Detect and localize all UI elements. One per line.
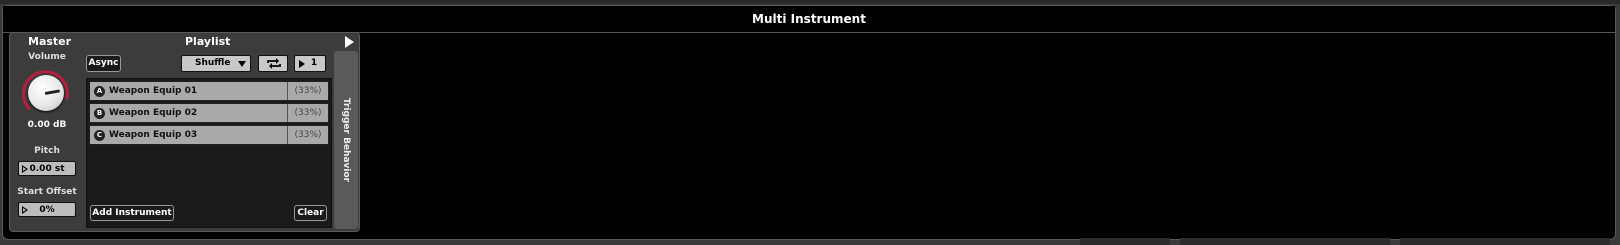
volume-label: Volume <box>28 52 66 62</box>
trigger-behavior-label: Trigger Behavior <box>341 97 351 183</box>
mode-dropdown[interactable]: Shuffle <box>181 55 251 72</box>
item-percent: (33%) <box>294 108 322 118</box>
playlist-header: Playlist <box>185 35 231 48</box>
instrument-list: A Weapon Equip 01 (33%) B Weapon Equip 0… <box>86 78 332 228</box>
item-badge: B <box>94 108 105 119</box>
item-name: Weapon Equip 03 <box>109 130 198 140</box>
list-item[interactable]: A Weapon Equip 01 (33%) <box>89 81 329 101</box>
async-button[interactable]: Async <box>86 55 121 72</box>
pitch-label: Pitch <box>34 146 60 156</box>
count-value: 1 <box>310 58 318 68</box>
master-header: Master <box>28 35 72 48</box>
play-icon[interactable] <box>345 36 354 48</box>
repeat-button[interactable] <box>258 55 288 72</box>
item-name: Weapon Equip 01 <box>109 86 198 96</box>
volume-knob[interactable] <box>20 67 72 119</box>
instrument-panel: Master Playlist Volume 0.00 dB Pitch 0.0… <box>9 32 360 232</box>
window-title: Multi Instrument <box>3 6 1615 33</box>
add-instrument-button[interactable]: Add Instrument <box>90 205 174 221</box>
play-small-icon <box>22 206 28 214</box>
clear-button[interactable]: Clear <box>294 205 327 221</box>
mode-value: Shuffle <box>195 58 231 68</box>
repeat-icon <box>267 58 281 69</box>
knob-body <box>28 75 64 111</box>
trigger-behavior-tab[interactable]: Trigger Behavior <box>334 51 358 229</box>
pitch-field[interactable]: 0.00 st <box>18 161 76 176</box>
chevron-down-icon <box>238 61 246 67</box>
item-percent: (33%) <box>294 130 322 140</box>
item-percent: (33%) <box>294 86 322 96</box>
list-item[interactable]: C Weapon Equip 03 (33%) <box>89 125 329 145</box>
bottom-tab <box>1080 238 1170 245</box>
play-small-icon <box>22 165 28 173</box>
item-badge: A <box>94 86 105 97</box>
bottom-tab <box>1400 238 1610 245</box>
start-offset-value: 0% <box>39 205 55 215</box>
start-offset-label: Start Offset <box>17 187 77 197</box>
list-item[interactable]: B Weapon Equip 02 (33%) <box>89 103 329 123</box>
item-badge: C <box>94 130 105 141</box>
item-name: Weapon Equip 02 <box>109 108 198 118</box>
start-offset-field[interactable]: 0% <box>18 202 76 217</box>
volume-value: 0.00 dB <box>27 120 67 130</box>
multi-instrument-window: Multi Instrument Master Playlist Volume … <box>2 5 1616 240</box>
knob-indicator <box>44 89 61 95</box>
pitch-value: 0.00 st <box>29 164 65 174</box>
play-small-icon <box>299 60 305 68</box>
master-section: Volume 0.00 dB Pitch 0.00 st Start Offse… <box>14 49 80 229</box>
count-field[interactable]: 1 <box>294 55 326 72</box>
top-strip <box>0 0 1620 4</box>
bottom-tab <box>1180 238 1390 245</box>
